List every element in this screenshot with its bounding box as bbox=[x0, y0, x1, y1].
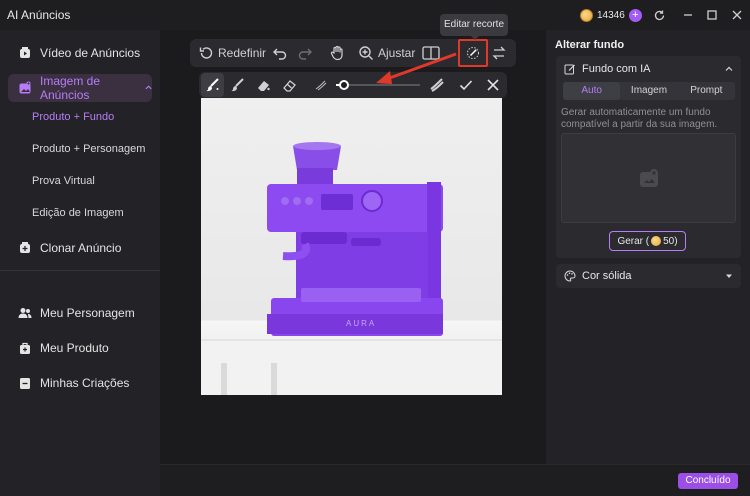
maximize-icon[interactable] bbox=[704, 7, 720, 23]
edit-cut-button[interactable] bbox=[458, 39, 488, 67]
reset-icon bbox=[199, 47, 213, 59]
coin-icon bbox=[651, 236, 662, 246]
sidebar-item-image-ads[interactable]: Imagem de Anúncios bbox=[8, 74, 152, 102]
close-icon[interactable] bbox=[729, 7, 745, 23]
done-button[interactable]: Concluído bbox=[678, 473, 738, 489]
chevron-up-icon bbox=[145, 85, 152, 90]
clone-icon bbox=[20, 242, 30, 253]
product-brand-text: AURA bbox=[346, 319, 376, 328]
sidebar-item-label: Meu Produto bbox=[40, 341, 109, 355]
solid-color-label: Cor sólida bbox=[582, 270, 632, 282]
caret-down-icon bbox=[726, 274, 732, 278]
ai-edit-icon bbox=[564, 64, 575, 75]
solid-color-header[interactable]: Cor sólida bbox=[556, 264, 741, 288]
undo-icon[interactable] bbox=[272, 45, 288, 66]
ai-background-description: Gerar automaticamente um fundo compatíve… bbox=[561, 107, 718, 130]
tab-auto[interactable]: Auto bbox=[563, 82, 621, 100]
image-icon bbox=[19, 81, 31, 94]
sidebar-item-label: Clonar Anúncio bbox=[40, 241, 122, 255]
brush-size-slider-knob[interactable] bbox=[339, 80, 350, 90]
generate-button[interactable]: Gerar ( 50) bbox=[609, 231, 686, 251]
sidebar-subitem-image-editing[interactable]: Edição de Imagem bbox=[32, 207, 124, 219]
video-icon bbox=[20, 47, 30, 58]
tab-prompt[interactable]: Prompt bbox=[678, 82, 735, 100]
smart-eraser-icon[interactable] bbox=[256, 77, 272, 98]
chevron-up-icon bbox=[725, 66, 733, 71]
sidebar-item-my-character[interactable]: Meu Personagem bbox=[8, 299, 152, 327]
credits-count: 14346 bbox=[597, 9, 625, 21]
app-window: AI Anúncios 14346 + Vídeo de Anúncios Im… bbox=[0, 0, 750, 496]
creations-icon bbox=[20, 378, 30, 389]
credits-area[interactable]: 14346 + bbox=[580, 6, 642, 24]
sidebar-divider bbox=[0, 270, 160, 271]
minimize-icon[interactable] bbox=[680, 7, 696, 23]
title-bar: AI Anúncios 14346 + bbox=[0, 0, 750, 30]
product-bag-icon bbox=[20, 342, 30, 354]
bottom-bar bbox=[160, 464, 750, 496]
background-preview-box[interactable] bbox=[561, 133, 736, 223]
sidebar-subitem-product-character[interactable]: Produto + Personagem bbox=[32, 143, 145, 155]
confirm-icon[interactable] bbox=[458, 77, 474, 98]
sidebar-item-label: Vídeo de Anúncios bbox=[40, 46, 141, 60]
eraser-icon[interactable] bbox=[282, 77, 298, 98]
brush-size-small-icon bbox=[313, 77, 329, 98]
users-icon bbox=[18, 308, 32, 318]
reset-button[interactable]: Redefinir bbox=[198, 45, 266, 61]
image-placeholder-icon bbox=[640, 169, 658, 187]
coin-icon bbox=[580, 8, 593, 22]
redo-icon[interactable] bbox=[297, 45, 313, 66]
cancel-icon[interactable] bbox=[485, 77, 501, 98]
sidebar-item-clone-ad[interactable]: Clonar Anúncio bbox=[8, 234, 152, 262]
generate-cost: 50) bbox=[663, 235, 678, 247]
edit-cut-tooltip: Editar recorte bbox=[440, 14, 508, 36]
add-credits-icon[interactable]: + bbox=[628, 8, 642, 22]
product-image[interactable]: AURA bbox=[201, 98, 502, 395]
sidebar-subitem-product-background[interactable]: Produto + Fundo bbox=[32, 111, 114, 123]
generate-label: Gerar ( bbox=[617, 235, 650, 247]
smart-brush-button[interactable] bbox=[201, 73, 224, 97]
sidebar-item-label: Minhas Criações bbox=[40, 376, 130, 390]
sidebar-item-label: Meu Personagem bbox=[40, 306, 135, 320]
ai-background-label: Fundo com IA bbox=[582, 63, 651, 75]
palette-icon bbox=[564, 270, 576, 282]
bg-mode-tabs: Auto Imagem Prompt bbox=[563, 82, 735, 100]
panel-title: Alterar fundo bbox=[555, 39, 625, 51]
edit-cut-icon bbox=[467, 47, 479, 59]
sidebar-subitem-virtual-tryon[interactable]: Prova Virtual bbox=[32, 175, 95, 187]
swap-icon[interactable] bbox=[492, 45, 506, 66]
ai-background-header[interactable]: Fundo com IA bbox=[556, 56, 741, 82]
sidebar-item-my-product[interactable]: Meu Produto bbox=[8, 334, 152, 362]
annotation-arrow-icon bbox=[376, 52, 457, 84]
sidebar-item-video-ads[interactable]: Vídeo de Anúncios bbox=[8, 39, 152, 67]
hand-pan-icon[interactable] bbox=[329, 44, 346, 66]
espresso-machine-illustration: AURA bbox=[201, 98, 502, 395]
reset-label: Redefinir bbox=[218, 46, 267, 60]
app-title: AI Anúncios bbox=[7, 8, 71, 22]
brush-toolbar bbox=[199, 72, 507, 98]
smart-brush-icon bbox=[206, 78, 219, 92]
tooltip-arrow bbox=[470, 35, 480, 40]
sidebar-item-my-creations[interactable]: Minhas Criações bbox=[8, 369, 152, 397]
refresh-icon[interactable] bbox=[651, 7, 667, 23]
tab-image[interactable]: Imagem bbox=[620, 82, 677, 100]
solid-color-card[interactable]: Cor sólida bbox=[556, 264, 741, 288]
sidebar-item-label: Imagem de Anúncios bbox=[40, 74, 101, 102]
brush-icon[interactable] bbox=[230, 77, 246, 98]
